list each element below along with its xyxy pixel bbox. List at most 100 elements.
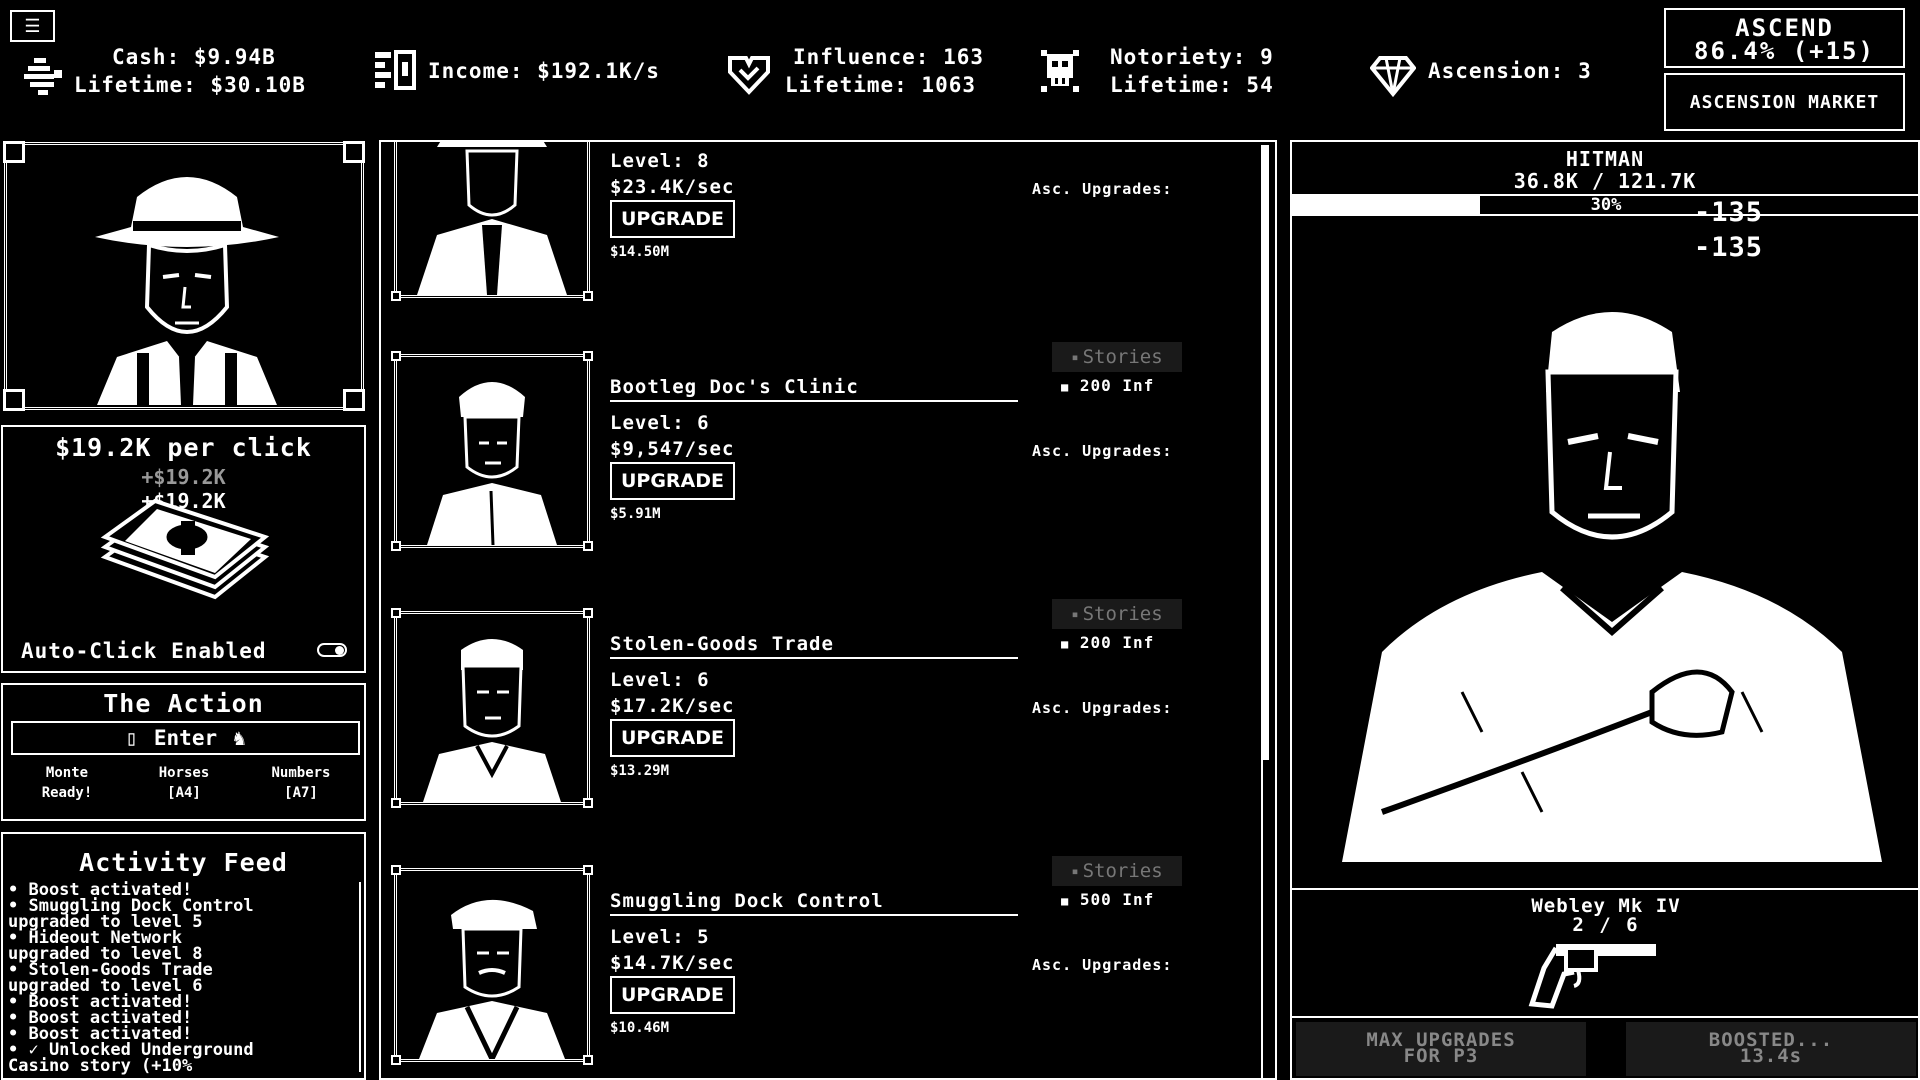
skull-icon [1041, 50, 1079, 92]
lock-icon: ▪ [1071, 350, 1079, 364]
upgrade-cost: $5.91M [610, 506, 661, 522]
feed-line: Casino story (+10% [8, 1056, 193, 1076]
lock-icon: ■ [1061, 637, 1070, 651]
enemy-name: HITMAN [1565, 147, 1645, 171]
asc-upgrades-label: Asc. Upgrades: [1032, 699, 1173, 717]
nurse-portrait [427, 382, 557, 546]
divider [610, 400, 1018, 402]
handshake-heart-icon [728, 56, 770, 95]
ascension-market-label: ASCENSION MARKET [1689, 91, 1880, 113]
floating-gain: +$19.2K [141, 465, 226, 489]
business-portrait [391, 608, 593, 808]
upgrade-button[interactable]: UPGRADE [610, 462, 735, 500]
upgrade-button[interactable]: UPGRADE [610, 200, 735, 238]
upgrade-button[interactable]: UPGRADE [610, 976, 735, 1014]
business-level: Level: 5 [610, 926, 710, 948]
business-row: Level: 8 $23.4K/sec UPGRADE $14.50M Asc.… [381, 142, 1261, 332]
story-cost-value: 200 Inf [1079, 376, 1155, 395]
dice-icon: ▯ [125, 726, 138, 750]
max-upgrades-button[interactable]: MAX UPGRADES FOR P3 [1296, 1022, 1586, 1076]
influence-lifetime: Lifetime: 1063 [785, 73, 977, 97]
cash-stack-clicker[interactable] [95, 497, 275, 607]
boost-timer: 13.4s [1739, 1045, 1803, 1067]
notoriety-lifetime: Lifetime: 54 [1110, 73, 1274, 97]
business-portrait [391, 865, 593, 1065]
business-row: Smuggling Dock Control Level: 5 $14.7K/s… [381, 856, 1261, 1078]
boss-portrait [3, 141, 365, 411]
upgrade-button[interactable]: UPGRADE [610, 719, 735, 757]
ascension-market-button[interactable]: ASCENSION MARKET [1664, 73, 1905, 131]
menu-button[interactable]: ☰ [10, 10, 55, 42]
game-monte[interactable]: Monte Ready! [12, 763, 122, 803]
lock-icon: ■ [1061, 894, 1070, 908]
game-name: Horses [158, 765, 210, 781]
ascension-value: Ascension: 3 [1428, 59, 1592, 83]
cash-stat: Cash: $9.94B Lifetime: $30.10B [74, 43, 306, 99]
business-row: Bootleg Doc's Clinic Level: 6 $9,547/sec… [381, 342, 1261, 564]
business-name: Bootleg Doc's Clinic [610, 376, 859, 398]
game-numbers[interactable]: Numbers [A7] [246, 763, 356, 803]
hitman-enemy-figure[interactable] [1322, 292, 1892, 862]
game-status: [A4] [167, 785, 201, 801]
lock-icon: ■ [1061, 380, 1070, 394]
enemy-panel: HITMAN 36.8K / 121.7K 30% -135 -135 Webl… [1290, 140, 1920, 1080]
enter-label: Enter [153, 726, 218, 750]
game-status: Ready! [41, 785, 93, 801]
story-cost: ■ 500 Inf [1061, 890, 1154, 909]
business-name: Smuggling Dock Control [610, 890, 884, 912]
business-level: Level: 8 [610, 150, 710, 172]
game-name: Numbers [271, 765, 331, 781]
influence-stat: Influence: 163 Lifetime: 1063 [785, 43, 984, 99]
weapon-name: Webley Mk IV [1531, 895, 1681, 917]
stories-label: Stories [1082, 346, 1163, 368]
enemy-hp-text: 36.8K / 121.7K [1513, 169, 1697, 193]
story-cost-value: 200 Inf [1079, 633, 1155, 652]
game-status: [A7] [284, 785, 318, 801]
ascend-progress: 86.4% (+15) [1694, 37, 1875, 65]
stories-label: Stories [1082, 603, 1163, 625]
weapon-panel: Webley Mk IV 2 / 6 [1292, 888, 1920, 1016]
game-horses[interactable]: Horses [A4] [129, 763, 239, 803]
revolver-icon [1528, 944, 1656, 1009]
max-upgrades-line2: FOR P3 [1403, 1045, 1479, 1067]
business-portrait [391, 142, 593, 301]
autoclick-toggle[interactable] [317, 643, 347, 657]
story-cost-value: 500 Inf [1079, 890, 1155, 909]
damage-number: -135 [1694, 232, 1764, 263]
trenchcoat-man-portrait [417, 142, 567, 295]
story-cost: ■ 200 Inf [1061, 633, 1154, 652]
enemy-hp-bar: 30% [1292, 194, 1920, 216]
lock-icon: ▪ [1071, 864, 1079, 878]
stories-button[interactable]: ▪ Stories [1052, 599, 1182, 629]
boost-button[interactable]: BOOSTED... 13.4s [1626, 1022, 1916, 1076]
action-buttons: MAX UPGRADES FOR P3 BOOSTED... 13.4s [1292, 1016, 1920, 1080]
feed-title: Activity Feed [79, 848, 288, 877]
business-list: Level: 8 $23.4K/sec UPGRADE $14.50M Asc.… [379, 140, 1277, 1080]
notoriety-value: Notoriety: 9 [1110, 45, 1274, 69]
feed-scrollbar[interactable] [359, 882, 361, 1072]
business-level: Level: 6 [610, 669, 710, 691]
fedora-man-portrait [95, 177, 279, 405]
activity-feed: Activity Feed • Boost activated! • Smugg… [1, 832, 366, 1080]
upgrade-cost: $10.46M [610, 1020, 670, 1036]
ascend-button[interactable]: ASCEND 86.4% (+15) [1664, 8, 1905, 68]
diamond-icon [1370, 56, 1416, 98]
damage-number: -135 [1694, 197, 1764, 228]
stories-button[interactable]: ▪ Stories [1052, 856, 1182, 886]
upgrade-cost: $14.50M [610, 244, 670, 260]
cash-value: Cash: $9.94B [112, 45, 276, 69]
cash-lifetime: Lifetime: $30.10B [74, 73, 306, 97]
business-scrollbar-thumb[interactable] [1263, 145, 1269, 760]
income-value: Income: $192.1K/s [428, 59, 660, 83]
enter-action-button[interactable]: ▯ Enter ♞ [11, 721, 360, 755]
per-click-value: $19.2K per click [55, 433, 312, 462]
feed-list[interactable]: • Boost activated! • Smuggling Dock Cont… [8, 882, 353, 1076]
business-rate: $17.2K/sec [610, 695, 735, 717]
stories-label: Stories [1082, 860, 1163, 882]
click-panel: $19.2K per click +$19.2K +$19.2K Auto-Cl… [1, 425, 366, 673]
stories-button[interactable]: ▪ Stories [1052, 342, 1182, 372]
business-rate: $14.7K/sec [610, 952, 735, 974]
autoclick-label: Auto-Click Enabled [21, 639, 267, 663]
action-title: The Action [103, 689, 264, 718]
business-row: Stolen-Goods Trade Level: 6 $17.2K/sec U… [381, 599, 1261, 821]
